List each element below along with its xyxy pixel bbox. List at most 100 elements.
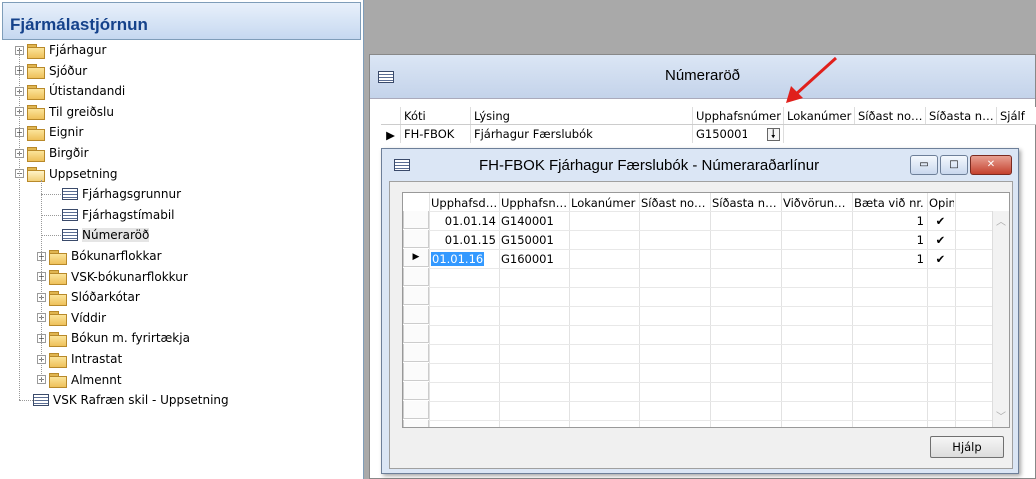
tree-item[interactable]: + Útistandandi — [15, 81, 125, 101]
folder-icon — [27, 84, 45, 100]
tree-item-label: VSK-bókunarflokkur — [71, 269, 188, 284]
column-header[interactable]: Sjálf — [997, 107, 1036, 124]
tree-item-label: Víddir — [71, 310, 107, 325]
code-cell[interactable]: FH-FBOK — [401, 125, 471, 143]
start-no-cell[interactable]: G160001 — [501, 252, 566, 266]
column-divider — [710, 193, 711, 427]
row-divider — [403, 287, 992, 288]
tree-item[interactable]: + VSK-bókunarflokkur — [37, 267, 188, 287]
maximize-icon: □ — [949, 159, 959, 170]
row-header[interactable]: ▶ — [403, 249, 429, 267]
column-header[interactable]: Kóti — [401, 107, 471, 124]
maximize-button[interactable]: □ — [940, 155, 968, 175]
folder-icon — [49, 373, 67, 389]
row-header[interactable] — [403, 420, 429, 427]
column-header[interactable]: Upphafsd… — [431, 196, 498, 210]
minimize-button[interactable]: ▭ — [910, 155, 938, 175]
open-checkbox[interactable]: ✔ — [929, 233, 952, 247]
column-divider — [429, 193, 430, 427]
column-header[interactable]: Upphafsnúmer — [693, 107, 784, 124]
row-header[interactable] — [403, 382, 429, 400]
start-no-cell[interactable]: G140001 — [501, 214, 566, 228]
column-header[interactable]: Lokanúmer — [784, 107, 855, 124]
tree-item-label: Almennt — [71, 372, 122, 387]
tree-item-label: VSK Rafræn skil - Uppsetning — [53, 393, 229, 408]
tree-item-label: Intrastat — [71, 352, 123, 366]
column-header[interactable]: Upphafsn… — [501, 196, 568, 210]
number-series-window-title: Númeraröð — [664, 67, 741, 84]
increment-cell[interactable]: 1 — [854, 252, 924, 266]
tree-item[interactable]: + Intrastat — [37, 349, 122, 369]
tree-item[interactable]: + Slóðarkótar — [37, 287, 140, 307]
start-date-cell[interactable]: 01.01.16 — [431, 252, 485, 266]
start-no-cell[interactable]: G150001 — [501, 233, 566, 247]
lines-window-body: ▶ Upphafsd… Upphafsn… Lokanúmer Síðast no… S… — [389, 181, 1013, 469]
column-header[interactable]: Síðasta n… — [712, 196, 780, 210]
scroll-down-icon[interactable]: ﹀ — [996, 408, 1006, 423]
row-header[interactable] — [403, 363, 429, 381]
column-header[interactable]: Síðast no… — [855, 107, 926, 124]
tree-item[interactable]: VSK Rafræn skil - Uppsetning — [15, 390, 229, 410]
scroll-up-icon[interactable]: ︿ — [996, 213, 1006, 228]
lines-window-title-bar[interactable]: FH-FBOK Fjárhagur Færslubók - Númeraraða… — [382, 149, 1018, 181]
column-header[interactable]: Síðast no… — [641, 196, 709, 210]
column-header[interactable]: Lokanúmer — [571, 196, 638, 210]
tree-item-label: Bókun m. fyrirtækja — [71, 331, 190, 346]
increment-cell[interactable]: 1 — [854, 233, 924, 247]
tree-item-label: Uppsetning — [49, 166, 118, 181]
folder-icon — [49, 311, 67, 327]
tree-connector — [19, 50, 20, 401]
folder-icon — [27, 105, 45, 121]
tree-item[interactable]: + Eignir — [15, 122, 83, 142]
description-cell[interactable]: Fjárhagur Færslubók — [471, 125, 693, 143]
row-header[interactable] — [403, 268, 429, 286]
row-header[interactable] — [403, 287, 429, 305]
increment-cell[interactable]: 1 — [854, 214, 924, 228]
row-header[interactable] — [403, 230, 429, 248]
tree-item[interactable]: + Fjárhagur — [15, 40, 106, 60]
row-header[interactable] — [403, 344, 429, 362]
folder-icon — [49, 290, 67, 306]
tree-item[interactable]: + Almennt — [37, 370, 122, 390]
row-header[interactable] — [403, 325, 429, 343]
row-divider — [403, 268, 992, 269]
column-header[interactable]: Síðasta n… — [926, 107, 997, 124]
row-header[interactable] — [403, 306, 429, 324]
open-checkbox[interactable]: ✔ — [929, 214, 952, 228]
start-date-cell[interactable]: 01.01.14 — [431, 214, 496, 228]
tree-item[interactable]: + Víddir — [37, 308, 106, 328]
tree-item[interactable]: + Bókunarflokkar — [37, 246, 162, 266]
row-header[interactable] — [403, 211, 429, 229]
tree-item-label: Sjóður — [49, 63, 88, 78]
form-icon — [62, 188, 78, 201]
row-divider — [403, 249, 992, 250]
row-divider — [403, 344, 992, 345]
column-header[interactable]: Lýsing — [471, 107, 693, 124]
row-divider — [403, 306, 992, 307]
help-button[interactable]: Hjálp — [930, 436, 1004, 458]
start-date-cell[interactable]: 01.01.15 — [431, 233, 496, 247]
form-icon — [62, 208, 78, 221]
tree-item[interactable]: + Sjóður — [15, 61, 87, 81]
column-header[interactable]: Viðvörun… — [783, 196, 851, 210]
table-row[interactable]: ▶ FH-FBOK Fjárhagur Færslubók G150001 🠗 — [381, 125, 784, 143]
start-no-cell[interactable]: G150001 🠗 — [693, 125, 784, 143]
close-button[interactable]: ✕ — [970, 155, 1012, 175]
tree-item[interactable]: − Uppsetning — [15, 164, 118, 184]
tree-item[interactable]: + Birgðir — [15, 143, 89, 163]
column-header[interactable]: Opin — [929, 196, 954, 210]
column-header[interactable]: Bæta við nr. — [854, 196, 926, 210]
number-series-title-bar[interactable]: Númeraröð — [370, 55, 1035, 99]
tree-item-label: Útistandandi — [49, 84, 126, 99]
tree-item[interactable]: + Bókun m. fyrirtækja — [37, 328, 190, 348]
tree-item[interactable]: + Til greiðslu — [15, 102, 114, 122]
column-divider — [955, 193, 956, 427]
lines-grid[interactable]: ▶ Upphafsd… Upphafsn… Lokanúmer Síðast no… S… — [402, 192, 1010, 428]
vertical-scrollbar[interactable]: ︿ ﹀ — [992, 211, 1009, 427]
tree-connector — [41, 194, 61, 196]
row-header[interactable] — [403, 401, 429, 419]
folder-icon — [27, 125, 45, 141]
row-header-column: ▶ — [403, 211, 429, 427]
down-arrow-icon[interactable]: 🠗 — [766, 127, 780, 141]
open-checkbox[interactable]: ✔ — [929, 252, 952, 266]
